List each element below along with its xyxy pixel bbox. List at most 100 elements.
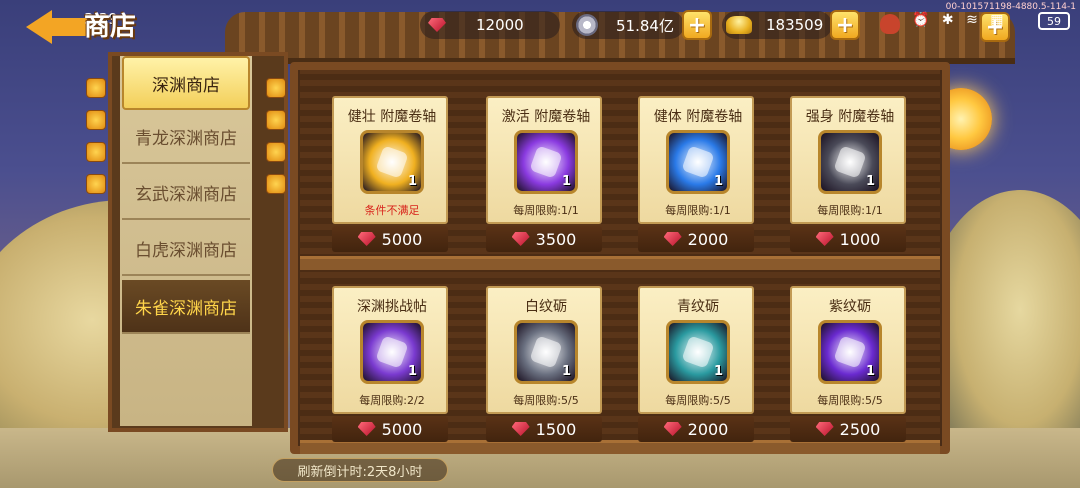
- item-icon-frame[interactable]: 1: [514, 130, 578, 194]
- shop-item-card[interactable]: 白纹砺 1 每周限购:5/5 1500: [486, 286, 602, 448]
- small-lantern-icon: [266, 174, 286, 194]
- small-lantern-icon: [86, 174, 106, 194]
- item-name: 白纹砺: [525, 299, 567, 315]
- shop-item-card[interactable]: 健壮 附魔卷轴 1 条件不满足 5000: [332, 96, 448, 258]
- tab-abyss-shop[interactable]: 深渊商店: [122, 56, 250, 110]
- item-icon-frame[interactable]: 1: [818, 130, 882, 194]
- challenge-letter-icon: [375, 335, 409, 369]
- item-quantity: 1: [865, 174, 875, 189]
- card-body: 健体 附魔卷轴 1 每周限购:1/1: [638, 96, 754, 224]
- card-body: 深渊挑战帖 1 每周限购:2/2: [332, 286, 448, 414]
- item-icon-frame[interactable]: 1: [360, 320, 424, 384]
- purchase-limit: 每周限购:2/2: [359, 394, 425, 407]
- meat-icon: [880, 14, 900, 34]
- battery-icon: 59: [1038, 12, 1070, 30]
- card-body: 强身 附魔卷轴 1 每周限购:1/1: [790, 96, 906, 224]
- purchase-limit: 每周限购:1/1: [665, 204, 731, 217]
- refresh-countdown: 刷新倒计时:2天8小时: [272, 458, 448, 482]
- price-value: 2000: [687, 419, 729, 439]
- buy-price-button[interactable]: 1000: [790, 226, 906, 252]
- purchase-limit: 每周限购:5/5: [665, 394, 731, 407]
- tab-baihu-shop[interactable]: 白虎深渊商店: [122, 222, 250, 276]
- buy-price-button[interactable]: 5000: [332, 226, 448, 252]
- resource-gems: 12000: [420, 11, 560, 39]
- small-lantern-icon: [266, 110, 286, 130]
- shop-item-card[interactable]: 青纹砺 1 每周限购:5/5 2000: [638, 286, 754, 448]
- white-stone-icon: [529, 335, 563, 369]
- buy-price-button[interactable]: 5000: [332, 416, 448, 442]
- item-name: 青纹砺: [677, 299, 719, 315]
- item-icon-frame[interactable]: 1: [360, 130, 424, 194]
- buy-price-button[interactable]: 2500: [790, 416, 906, 442]
- item-quantity: 1: [865, 364, 875, 379]
- add-gold-button[interactable]: +: [830, 10, 860, 40]
- page-title: 商店: [84, 12, 137, 42]
- buy-price-button[interactable]: 1500: [486, 416, 602, 442]
- small-lantern-icon: [86, 110, 106, 130]
- small-lantern-icon: [266, 142, 286, 162]
- tab-qinglong-shop[interactable]: 青龙深渊商店: [122, 110, 250, 164]
- buy-price-button[interactable]: 3500: [486, 226, 602, 252]
- purchase-limit: 每周限购:5/5: [513, 394, 579, 407]
- purchase-limit: 条件不满足: [364, 204, 420, 217]
- red-gem-icon: [511, 232, 530, 246]
- red-gem-icon: [663, 232, 682, 246]
- card-body: 激活 附魔卷轴 1 每周限购:1/1: [486, 96, 602, 224]
- price-value: 1500: [535, 419, 577, 439]
- purchase-limit: 每周限购:5/5: [817, 394, 883, 407]
- buy-price-button[interactable]: 2000: [638, 416, 754, 442]
- silver-count: 51.84亿: [616, 16, 674, 35]
- item-icon-frame[interactable]: 1: [818, 320, 882, 384]
- shop-item-card[interactable]: 健体 附魔卷轴 1 每周限购:1/1 2000: [638, 96, 754, 258]
- item-name: 健壮 附魔卷轴: [347, 109, 437, 125]
- silver-coin-icon: [576, 14, 598, 36]
- shop-item-card[interactable]: 强身 附魔卷轴 1 每周限购:1/1 1000: [790, 96, 906, 258]
- item-name: 强身 附魔卷轴: [805, 109, 895, 125]
- red-gem-icon: [428, 18, 446, 32]
- card-body: 健壮 附魔卷轴 1 条件不满足: [332, 96, 448, 224]
- buy-price-button[interactable]: 2000: [638, 226, 754, 252]
- shop-item-card[interactable]: 深渊挑战帖 1 每周限购:2/2 5000: [332, 286, 448, 448]
- add-silver-button[interactable]: +: [682, 10, 712, 40]
- back-button[interactable]: [26, 4, 88, 44]
- item-quantity: 1: [561, 174, 571, 189]
- item-quantity: 1: [407, 364, 417, 379]
- price-value: 2000: [687, 229, 729, 249]
- system-icons: ⏰ ✱ ≋ ▦: [912, 12, 1008, 28]
- card-body: 紫纹砺 1 每周限购:5/5: [790, 286, 906, 414]
- cyan-stone-icon: [681, 335, 715, 369]
- red-gem-icon: [815, 422, 834, 436]
- resource-gold: 183509: [722, 11, 832, 39]
- item-name: 激活 附魔卷轴: [501, 109, 591, 125]
- system-status-text: 00-101571198-4880.5-114-1: [945, 2, 1076, 12]
- red-gem-icon: [357, 232, 376, 246]
- shop-item-card[interactable]: 紫纹砺 1 每周限购:5/5 2500: [790, 286, 906, 448]
- item-icon-frame[interactable]: 1: [514, 320, 578, 384]
- item-quantity: 1: [561, 364, 571, 379]
- item-quantity: 1: [407, 174, 417, 189]
- red-gem-icon: [357, 422, 376, 436]
- gold-ingot-icon: [726, 16, 752, 34]
- gold-scroll-icon: [375, 145, 409, 179]
- tab-zhuque-shop[interactable]: 朱雀深渊商店: [122, 280, 250, 334]
- gold-count: 183509: [766, 16, 824, 34]
- item-quantity: 1: [713, 364, 723, 379]
- resource-silver: 51.84亿: [572, 11, 684, 39]
- blue-scroll-icon: [681, 145, 715, 179]
- card-body: 青纹砺 1 每周限购:5/5: [638, 286, 754, 414]
- tab-xuanwu-shop[interactable]: 玄武深渊商店: [122, 166, 250, 220]
- item-name: 紫纹砺: [829, 299, 871, 315]
- silver-scroll-icon: [833, 145, 867, 179]
- small-lantern-icon: [86, 78, 106, 98]
- price-value: 5000: [381, 229, 423, 249]
- price-value: 5000: [381, 419, 423, 439]
- shop-item-card[interactable]: 激活 附魔卷轴 1 每周限购:1/1 3500: [486, 96, 602, 258]
- red-gem-icon: [663, 422, 682, 436]
- item-icon-frame[interactable]: 1: [666, 320, 730, 384]
- price-value: 2500: [839, 419, 881, 439]
- price-value: 3500: [535, 229, 577, 249]
- gem-count: 12000: [476, 16, 524, 34]
- item-icon-frame[interactable]: 1: [666, 130, 730, 194]
- purchase-limit: 每周限购:1/1: [513, 204, 579, 217]
- red-gem-icon: [511, 422, 530, 436]
